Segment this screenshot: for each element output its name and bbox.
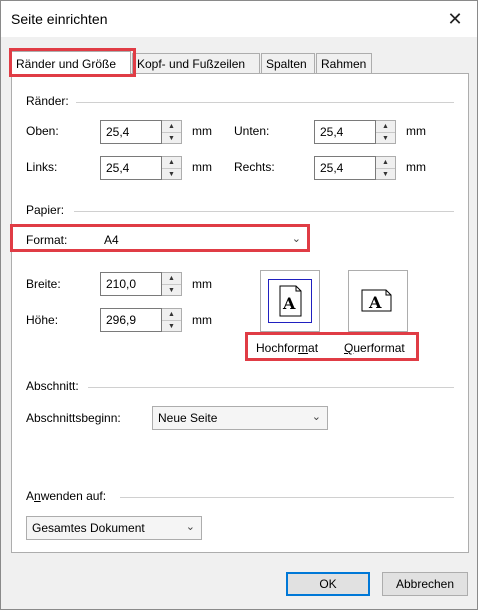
section-start-value: Neue Seite [158, 411, 218, 425]
margin-right-label: Rechts: [234, 160, 275, 174]
section-group-label: Abschnitt: [26, 379, 79, 393]
landscape-page-icon: A [361, 289, 392, 312]
margin-bottom-input[interactable]: 25,4 [314, 120, 376, 144]
arrow-down-icon[interactable]: ▼ [162, 133, 181, 144]
arrow-up-icon[interactable]: ▲ [162, 157, 181, 169]
margin-top-input[interactable]: 25,4 [100, 120, 162, 144]
margin-bottom-label: Unten: [234, 124, 270, 138]
paper-group-label: Papier: [26, 203, 65, 217]
section-group-divider [88, 387, 454, 388]
apply-to-value: Gesamtes Dokument [32, 521, 145, 535]
arrow-down-icon[interactable]: ▼ [162, 321, 181, 332]
arrow-down-icon[interactable]: ▼ [376, 169, 395, 180]
arrow-down-icon[interactable]: ▼ [162, 169, 181, 180]
apply-to-label: Anwenden auf: [26, 489, 106, 503]
landscape-option[interactable]: A [348, 270, 408, 332]
tab-margins-size[interactable]: Ränder und Größe [11, 51, 131, 75]
landscape-label-accel: Q [344, 341, 354, 355]
paper-height-unit: mm [192, 313, 212, 327]
apply-to-label-post: wenden auf: [40, 489, 107, 503]
dialog-title: Seite einrichten [11, 11, 108, 27]
apply-to-label-accel: n [34, 489, 41, 503]
chevron-down-icon: ⌄ [311, 411, 321, 423]
margin-top-spinner[interactable]: ▲ ▼ [162, 120, 182, 144]
portrait-selected-frame: A [268, 279, 312, 323]
tab-panel: Ränder: Oben: 25,4 ▲ ▼ mm Unten: 25,4 ▲ … [11, 73, 469, 553]
arrow-down-icon[interactable]: ▼ [162, 285, 181, 296]
margin-bottom-spinner[interactable]: ▲ ▼ [376, 120, 396, 144]
margin-top-label: Oben: [26, 124, 59, 138]
arrow-up-icon[interactable]: ▲ [376, 157, 395, 169]
arrow-up-icon[interactable]: ▲ [162, 273, 181, 285]
margins-group-label: Ränder: [26, 94, 69, 108]
margin-left-spinner[interactable]: ▲ ▼ [162, 156, 182, 180]
landscape-label[interactable]: Querformat [344, 341, 405, 355]
ok-button[interactable]: OK [286, 572, 370, 596]
margin-left-unit: mm [192, 160, 212, 174]
margin-top-unit: mm [192, 124, 212, 138]
format-dropdown[interactable]: A4 ⌄ [98, 228, 308, 252]
portrait-page-icon: A [279, 285, 302, 317]
landscape-label-post: uerformat [353, 341, 405, 355]
margin-right-unit: mm [406, 160, 426, 174]
portrait-label-pre: Hochfor [256, 341, 299, 355]
format-value: A4 [104, 233, 119, 247]
tab-borders[interactable]: Rahmen [316, 53, 372, 73]
arrow-up-icon[interactable]: ▲ [376, 121, 395, 133]
portrait-label-post: at [308, 341, 319, 355]
cancel-button[interactable]: Abbrechen [382, 572, 468, 596]
apply-group-divider [120, 497, 454, 498]
arrow-up-icon[interactable]: ▲ [162, 309, 181, 321]
margin-right-spinner[interactable]: ▲ ▼ [376, 156, 396, 180]
paper-width-spinner[interactable]: ▲ ▼ [162, 272, 182, 296]
margin-left-input[interactable]: 25,4 [100, 156, 162, 180]
arrow-down-icon[interactable]: ▼ [376, 133, 395, 144]
portrait-option[interactable]: A [260, 270, 320, 332]
paper-group-divider [74, 211, 454, 212]
arrow-up-icon[interactable]: ▲ [162, 121, 181, 133]
margin-left-label: Links: [26, 160, 58, 174]
page-setup-dialog: Seite einrichten ✕ Ränder und Größe Kopf… [0, 0, 478, 610]
paper-width-input[interactable]: 210,0 [100, 272, 162, 296]
apply-to-dropdown[interactable]: Gesamtes Dokument ⌄ [26, 516, 202, 540]
paper-height-spinner[interactable]: ▲ ▼ [162, 308, 182, 332]
apply-to-label-pre: A [26, 489, 35, 503]
portrait-glyph: A [282, 294, 296, 313]
margins-group-divider [76, 102, 454, 103]
section-start-label: Abschnittsbeginn: [26, 411, 121, 425]
title-bar: Seite einrichten ✕ [1, 1, 477, 37]
paper-height-input[interactable]: 296,9 [100, 308, 162, 332]
margin-bottom-unit: mm [406, 124, 426, 138]
paper-width-unit: mm [192, 277, 212, 291]
chevron-down-icon: ⌄ [291, 233, 301, 245]
section-start-dropdown[interactable]: Neue Seite ⌄ [152, 406, 328, 430]
chevron-down-icon: ⌄ [185, 521, 195, 533]
landscape-frame: A [356, 279, 400, 323]
height-label: Höhe: [26, 313, 59, 327]
close-icon[interactable]: ✕ [443, 7, 467, 31]
width-label: Breite: [26, 277, 61, 291]
tab-header-footer[interactable]: Kopf- und Fußzeilen [132, 53, 260, 73]
portrait-label-accel: m [298, 341, 309, 355]
landscape-glyph: A [368, 293, 382, 312]
tab-columns[interactable]: Spalten [261, 53, 315, 73]
format-label: Format: [26, 233, 68, 247]
margin-right-input[interactable]: 25,4 [314, 156, 376, 180]
portrait-label[interactable]: Hochformat [256, 341, 318, 355]
